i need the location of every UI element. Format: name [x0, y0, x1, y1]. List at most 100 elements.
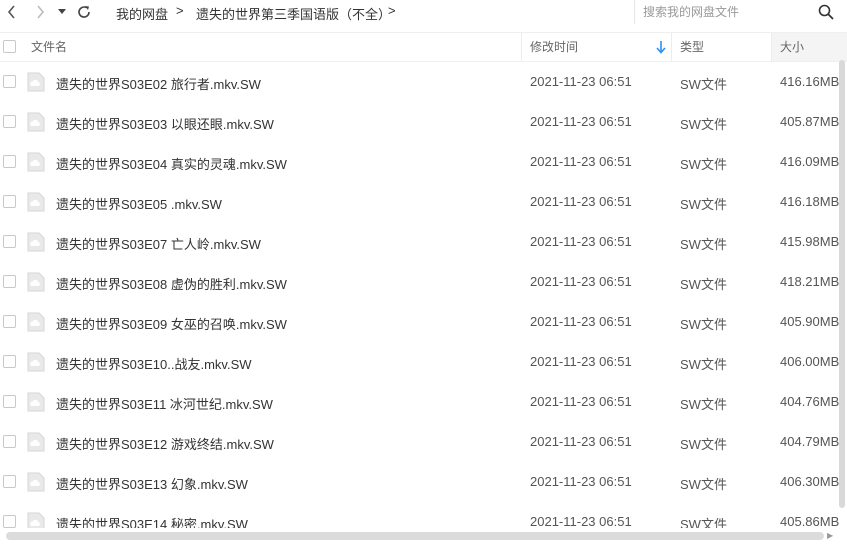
table-row[interactable]: 遗失的世界S03E08 虚伪的胜利.mkv.SW 2021-11-23 06:51…	[0, 262, 847, 302]
file-size: 405.87MB	[780, 114, 840, 129]
file-size: 416.18MB	[780, 194, 840, 209]
row-checkbox[interactable]	[3, 155, 16, 168]
file-modified-time: 2021-11-23 06:51	[530, 354, 632, 369]
breadcrumb-trailing-separator[interactable]: >	[388, 3, 396, 18]
file-name[interactable]: 遗失的世界S03E03 以眼还眼.mkv.SW	[56, 114, 274, 133]
column-header-type[interactable]: 类型	[680, 33, 704, 61]
table-row[interactable]: 遗失的世界S03E09 女巫的召唤.mkv.SW 2021-11-23 06:51…	[0, 302, 847, 342]
file-name[interactable]: 遗失的世界S03E12 游戏终结.mkv.SW	[56, 434, 274, 453]
file-name[interactable]: 遗失的世界S03E02 旅行者.mkv.SW	[56, 74, 261, 93]
refresh-icon	[78, 6, 90, 18]
file-name[interactable]: 遗失的世界S03E09 女巫的召唤.mkv.SW	[56, 314, 287, 333]
file-type: SW文件	[680, 357, 727, 372]
cloud-file-icon	[27, 312, 45, 332]
column-divider[interactable]	[521, 33, 522, 61]
row-checkbox[interactable]	[3, 395, 16, 408]
scroll-right-arrow-icon[interactable]: ▶	[827, 531, 833, 540]
file-name[interactable]: 遗失的世界S03E04 真实的灵魂.mkv.SW	[56, 154, 287, 173]
row-checkbox[interactable]	[3, 275, 16, 288]
horizontal-scrollbar[interactable]	[6, 532, 824, 540]
cloud-file-icon	[27, 432, 45, 452]
file-modified-time: 2021-11-23 06:51	[530, 234, 632, 249]
table-row[interactable]: 遗失的世界S03E12 游戏终结.mkv.SW 2021-11-23 06:51 S…	[0, 422, 847, 462]
file-modified-time: 2021-11-23 06:51	[530, 474, 632, 489]
row-checkbox[interactable]	[3, 355, 16, 368]
chevron-right-icon	[37, 5, 45, 19]
file-type: SW文件	[680, 277, 727, 292]
cloud-file-icon	[27, 272, 45, 292]
row-checkbox[interactable]	[3, 475, 16, 488]
table-row[interactable]: 遗失的世界S03E02 旅行者.mkv.SW 2021-11-23 06:51 SW…	[0, 62, 847, 102]
back-button[interactable]	[2, 2, 22, 22]
table-row[interactable]: 遗失的世界S03E13 幻象.mkv.SW 2021-11-23 06:51 SW文…	[0, 462, 847, 502]
cloud-file-icon	[27, 472, 45, 492]
file-type: SW文件	[680, 197, 727, 212]
cloud-file-icon	[27, 512, 45, 528]
file-size: 416.16MB	[780, 74, 840, 89]
file-type: SW文件	[680, 237, 727, 252]
file-type: SW文件	[680, 117, 727, 132]
row-checkbox[interactable]	[3, 115, 16, 128]
file-type: SW文件	[680, 477, 727, 492]
row-checkbox[interactable]	[3, 235, 16, 248]
file-size: 404.76MB	[780, 394, 840, 409]
breadcrumb-root[interactable]: 我的网盘	[116, 4, 168, 23]
row-checkbox[interactable]	[3, 435, 16, 448]
forward-button[interactable]	[30, 2, 50, 22]
table-row[interactable]: 遗失的世界S03E11 冰河世纪.mkv.SW 2021-11-23 06:51 S…	[0, 382, 847, 422]
cloud-file-icon	[27, 232, 45, 252]
refresh-button[interactable]	[74, 2, 94, 22]
file-size: 416.09MB	[780, 154, 840, 169]
file-modified-time: 2021-11-23 06:51	[530, 74, 632, 89]
table-row[interactable]: 遗失的世界S03E10..战友.mkv.SW 2021-11-23 06:51 SW…	[0, 342, 847, 382]
column-header-name[interactable]: 文件名	[31, 33, 67, 61]
file-size: 405.90MB	[780, 314, 840, 329]
breadcrumb-separator: >	[176, 3, 184, 18]
cloud-file-icon	[27, 112, 45, 132]
table-row[interactable]: 遗失的世界S03E04 真实的灵魂.mkv.SW 2021-11-23 06:51…	[0, 142, 847, 182]
file-name[interactable]: 遗失的世界S03E05 .mkv.SW	[56, 194, 222, 213]
column-header-modified[interactable]: 修改时间	[530, 33, 578, 61]
table-row[interactable]: 遗失的世界S03E07 亡人岭.mkv.SW 2021-11-23 06:51 SW…	[0, 222, 847, 262]
file-name[interactable]: 遗失的世界S03E10..战友.mkv.SW	[56, 354, 252, 373]
file-name[interactable]: 遗失的世界S03E11 冰河世纪.mkv.SW	[56, 394, 273, 413]
file-size: 415.98MB	[780, 234, 840, 249]
file-size: 404.79MB	[780, 434, 840, 449]
cloud-file-icon	[27, 152, 45, 172]
file-modified-time: 2021-11-23 06:51	[530, 314, 632, 329]
row-checkbox[interactable]	[3, 75, 16, 88]
file-size: 406.00MB	[780, 354, 840, 369]
cloud-file-icon	[27, 72, 45, 92]
file-modified-time: 2021-11-23 06:51	[530, 434, 632, 449]
column-divider[interactable]	[771, 33, 772, 61]
file-name[interactable]: 遗失的世界S03E14 秘密.mkv.SW	[56, 514, 248, 528]
select-all-checkbox[interactable]	[3, 40, 16, 53]
row-checkbox[interactable]	[3, 515, 16, 528]
history-dropdown-button[interactable]	[54, 2, 70, 22]
search-box	[634, 0, 847, 24]
table-row[interactable]: 遗失的世界S03E05 .mkv.SW 2021-11-23 06:51 SW文件 4…	[0, 182, 847, 222]
row-checkbox[interactable]	[3, 315, 16, 328]
table-row[interactable]: 遗失的世界S03E03 以眼还眼.mkv.SW 2021-11-23 06:51 S…	[0, 102, 847, 142]
file-name[interactable]: 遗失的世界S03E08 虚伪的胜利.mkv.SW	[56, 274, 287, 293]
file-name[interactable]: 遗失的世界S03E07 亡人岭.mkv.SW	[56, 234, 261, 253]
search-icon[interactable]	[817, 3, 835, 21]
file-type: SW文件	[680, 317, 727, 332]
row-checkbox[interactable]	[3, 195, 16, 208]
search-input[interactable]	[643, 2, 813, 22]
column-header-size[interactable]: 大小	[780, 33, 804, 61]
column-divider[interactable]	[671, 33, 672, 61]
sort-descending-arrow-icon	[656, 41, 666, 54]
file-name[interactable]: 遗失的世界S03E13 幻象.mkv.SW	[56, 474, 248, 493]
chevron-left-icon	[7, 5, 15, 19]
file-type: SW文件	[680, 517, 727, 528]
file-size: 406.30MB	[780, 474, 840, 489]
breadcrumb-current-folder[interactable]: 遗失的世界第三季国语版（不全）	[196, 4, 391, 23]
vertical-scrollbar[interactable]	[839, 60, 845, 508]
column-header-row: 文件名 修改时间 类型 大小	[0, 32, 847, 62]
file-size: 405.86MB	[780, 514, 840, 528]
file-modified-time: 2021-11-23 06:51	[530, 394, 632, 409]
caret-down-icon	[58, 9, 66, 14]
table-row[interactable]: 遗失的世界S03E14 秘密.mkv.SW 2021-11-23 06:51 SW文…	[0, 502, 847, 528]
file-type: SW文件	[680, 437, 727, 452]
